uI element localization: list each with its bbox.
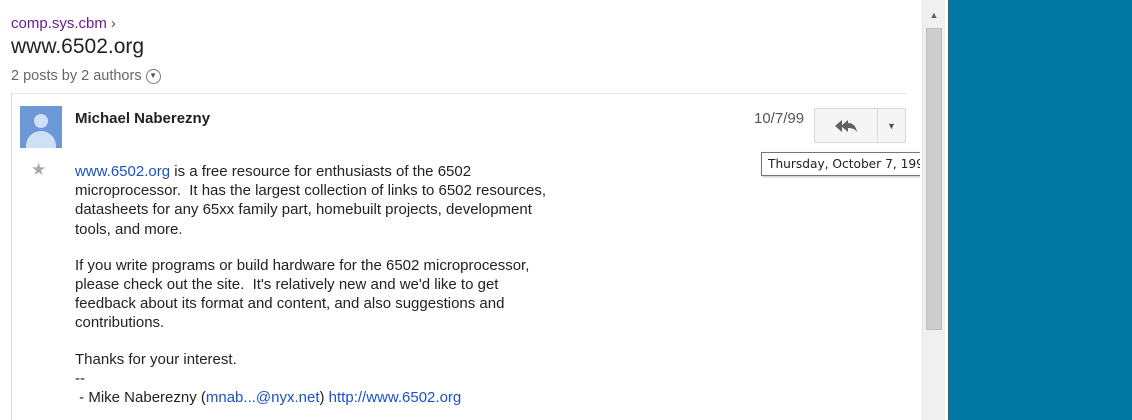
body-paragraph: Thanks for your interest. -- [75, 350, 237, 387]
body-paragraph: If you write programs or build hardware … [75, 256, 530, 332]
avatar-head [34, 114, 48, 128]
email-link[interactable]: mnab...@nyx.net [206, 389, 320, 406]
vertical-scrollbar[interactable]: ▲ [922, 0, 945, 420]
scrollbar-thumb[interactable] [926, 28, 942, 330]
post-body: www.6502.org is a free resource for enth… [75, 162, 635, 407]
thread-title: www.6502.org [11, 35, 145, 58]
thread-view: comp.sys.cbm › www.6502.org 2 posts by 2 … [0, 0, 920, 420]
signature-text: ) [319, 389, 329, 407]
browser-window: comp.sys.cbm › www.6502.org 2 posts by 2 … [0, 0, 949, 420]
chevron-down-icon: ▼ [887, 120, 896, 131]
thread-header: comp.sys.cbm › www.6502.org 2 posts by 2 … [11, 14, 161, 86]
signature: - Mike Naberezny (mnab...@nyx.net) http:… [75, 388, 635, 407]
breadcrumb: comp.sys.cbm › [11, 14, 161, 34]
avatar-body [26, 131, 56, 148]
chevron-down-icon[interactable]: ▼ [145, 68, 161, 84]
breadcrumb-separator: › [110, 15, 116, 32]
star-icon[interactable]: ★ [31, 160, 46, 180]
avatar[interactable] [20, 106, 62, 148]
body-paragraph: www.6502.org is a free resource for enth… [75, 162, 635, 239]
post-count-text: 2 posts by 2 authors [11, 68, 142, 84]
post-date[interactable]: 10/7/99 [754, 110, 804, 127]
breadcrumb-group-link[interactable]: comp.sys.cbm [11, 15, 107, 32]
post-rail [11, 94, 12, 420]
signature-text: - Mike Naberezny ( [75, 389, 206, 407]
thread-meta: 2 posts by 2 authors ▼ [11, 66, 161, 86]
post-author[interactable]: Michael Naberezny [75, 110, 210, 127]
date-tooltip: Thursday, October 7, 1999 at 3:00:00 AM … [761, 152, 920, 176]
url-link[interactable]: http://www.6502.org [329, 389, 462, 406]
more-options-dropdown[interactable]: ▼ [878, 109, 905, 142]
scroll-up-arrow-icon[interactable]: ▲ [923, 4, 945, 26]
reply-all-icon [835, 119, 857, 132]
reply-button-group: ▼ [814, 108, 906, 143]
site-link[interactable]: www.6502.org [75, 163, 170, 180]
reply-all-button[interactable] [815, 109, 878, 142]
header-divider [11, 93, 907, 94]
